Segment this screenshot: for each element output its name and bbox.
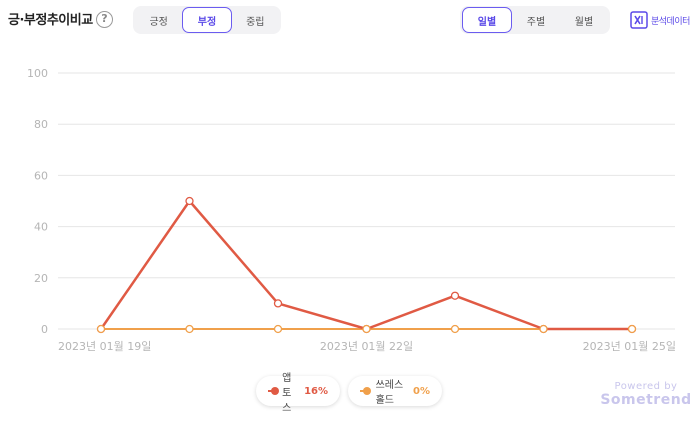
data-point[interactable] xyxy=(185,324,194,334)
powered-by-logo: Powered by Sometrend xyxy=(596,381,696,408)
y-tick-label: 40 xyxy=(34,221,48,234)
data-point[interactable] xyxy=(450,324,460,334)
x-tick-label: 2023년 01월 25일 xyxy=(583,339,676,353)
data-point[interactable] xyxy=(539,324,548,334)
legend-label: 쓰레스홀드 xyxy=(375,380,404,406)
series-line xyxy=(99,199,632,331)
data-point[interactable] xyxy=(273,324,283,334)
data-point[interactable] xyxy=(627,324,637,334)
y-axis-ticks: 0 20 40 60 80 100 xyxy=(27,67,48,336)
legend-item-series-2[interactable]: 쓰레스홀드 0% xyxy=(348,376,442,406)
powered-by-text: Powered by xyxy=(614,381,678,392)
legend-marker-icon xyxy=(360,387,371,395)
brand-name: Sometrend xyxy=(600,392,692,408)
data-point[interactable] xyxy=(362,324,371,334)
legend-percent: 16% xyxy=(304,385,328,397)
legend-percent: 0% xyxy=(413,385,430,397)
y-tick-label: 80 xyxy=(34,118,48,131)
y-tick-label: 20 xyxy=(34,272,48,285)
y-tick-label: 60 xyxy=(34,169,48,182)
data-point[interactable] xyxy=(450,291,460,300)
legend-label: 앱토스 xyxy=(282,372,292,414)
data-point[interactable] xyxy=(273,299,283,308)
legend-item-series-1[interactable]: 앱토스 16% xyxy=(256,373,340,414)
x-tick-label: 2023년 01월 19일 xyxy=(58,339,151,353)
y-tick-label: 100 xyxy=(27,67,48,80)
line-chart: 020406080100 2023년 01월 19일 2023년 01월 22일 2… xyxy=(27,67,676,353)
data-point[interactable] xyxy=(185,196,194,206)
x-tick-label: 2023년 01월 22일 xyxy=(320,339,413,353)
data-point[interactable] xyxy=(96,324,106,334)
grid-lines xyxy=(58,72,675,330)
legend-marker-icon xyxy=(268,387,280,395)
series-lines xyxy=(99,199,632,331)
x-axis-ticks: 2023년 01월 19일 2023년 01월 22일 2023년 01월 25일 xyxy=(58,339,676,353)
y-tick-label: 0 xyxy=(41,323,48,336)
